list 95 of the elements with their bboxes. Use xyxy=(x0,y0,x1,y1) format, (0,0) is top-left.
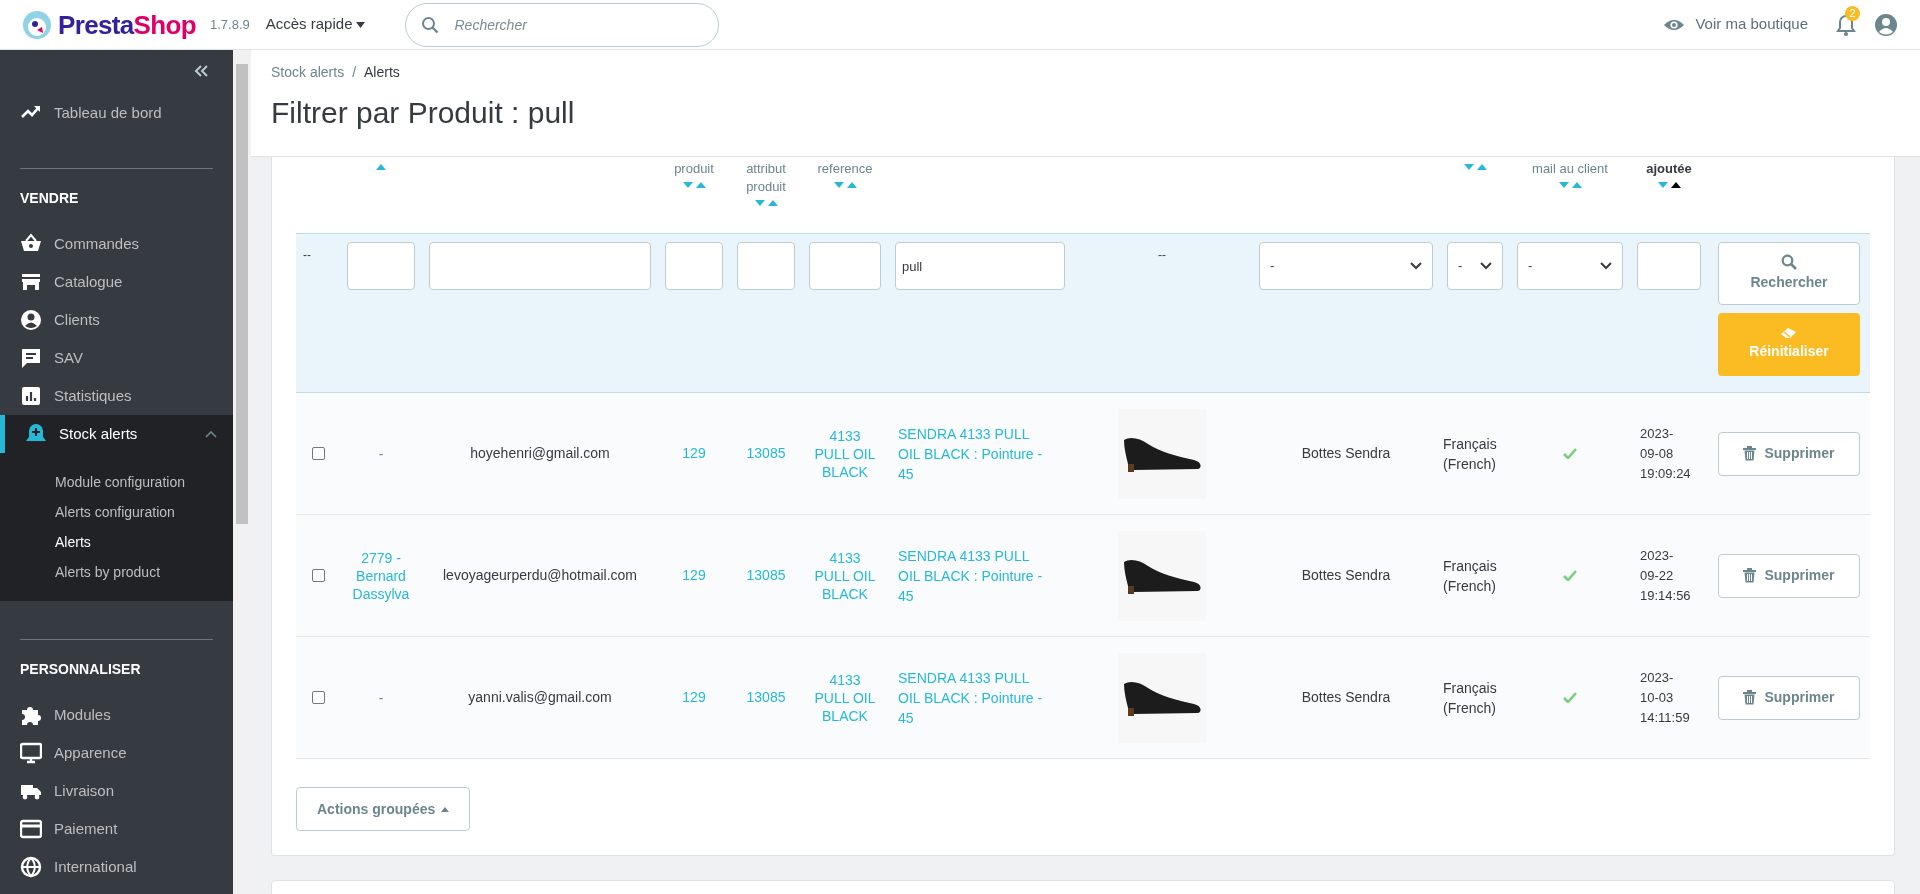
logo-icon xyxy=(22,9,52,40)
sort-desc-icon[interactable] xyxy=(833,182,844,188)
submenu-item[interactable]: Alerts configuration xyxy=(0,497,233,527)
breadcrumb-link[interactable]: Alerts xyxy=(364,62,400,83)
row-checkbox[interactable] xyxy=(311,691,325,704)
section-heading: VENDRE xyxy=(19,189,80,208)
table-cell-text: hoyehenri@gmail.com xyxy=(470,444,610,463)
sidebar-item[interactable]: Catalogue xyxy=(0,263,233,301)
table-cell-text: - xyxy=(377,444,385,463)
user-icon xyxy=(1874,12,1898,37)
chevron-down-icon xyxy=(1600,262,1612,270)
store-icon xyxy=(20,271,42,293)
submenu-item[interactable]: Module configuration xyxy=(0,467,233,497)
filter-input[interactable] xyxy=(347,242,415,290)
sidebar-item[interactable]: Modules xyxy=(0,696,233,734)
table-cell-text: Bottes Sendra xyxy=(1301,688,1391,707)
sidebar-item[interactable]: Statistiques xyxy=(0,377,233,415)
bulk-actions-button[interactable]: Actions groupées xyxy=(296,787,471,831)
puzzle-icon xyxy=(20,704,42,726)
chevron-down-icon xyxy=(1480,262,1492,270)
user-icon xyxy=(20,309,42,331)
filter-input[interactable] xyxy=(429,242,651,290)
filter-input[interactable] xyxy=(809,242,881,290)
breadcrumb-link[interactable]: Stock alerts xyxy=(271,62,345,83)
sidebar-item[interactable]: SAV xyxy=(0,339,233,377)
sort-desc-icon[interactable] xyxy=(754,200,765,206)
sidebar-item[interactable]: Paiement xyxy=(0,810,233,848)
column-header: attribut produit xyxy=(745,160,787,196)
logo-wordmark: PrestaShop xyxy=(58,11,196,38)
column-header: produit xyxy=(674,160,714,178)
table-cell-text: 2023-09-08 19:09:24 xyxy=(1640,424,1691,483)
sidebar-item[interactable]: Apparence xyxy=(0,734,233,772)
search-icon xyxy=(421,15,440,34)
column-header: ajoutée xyxy=(1646,160,1692,178)
trash-icon xyxy=(1743,446,1757,461)
filter-select[interactable]: - xyxy=(1517,242,1623,290)
caret-icon xyxy=(441,806,450,812)
sidebar-item[interactable]: Clients xyxy=(0,301,233,339)
trash-icon xyxy=(1743,690,1757,705)
eye-icon xyxy=(1663,17,1686,32)
sort-asc-icon[interactable] xyxy=(1670,182,1681,188)
sidebar-item[interactable]: International xyxy=(0,848,233,886)
filter-input[interactable] xyxy=(665,242,723,290)
filter-select[interactable]: - xyxy=(1447,242,1503,290)
filter-input[interactable]: pull xyxy=(895,242,1065,290)
submenu-item[interactable]: Alerts by product xyxy=(0,557,233,587)
delete-button[interactable]: Supprimer xyxy=(1718,675,1860,720)
table-cell-text: Bottes Sendra xyxy=(1301,444,1391,463)
table-cell-text: Français (French) xyxy=(1443,434,1498,474)
chat-icon xyxy=(20,347,42,369)
sidebar-item[interactable]: Tableau de bord xyxy=(0,94,233,132)
card-icon xyxy=(20,818,42,840)
filter-input[interactable] xyxy=(1637,242,1701,290)
sort-desc-icon[interactable] xyxy=(1558,182,1569,188)
caret-icon xyxy=(356,21,366,28)
table-cell-text: Bottes Sendra xyxy=(1301,566,1391,585)
table-cell-text: Français (French) xyxy=(1443,678,1498,718)
filter-select[interactable]: - xyxy=(1259,242,1433,290)
search-icon xyxy=(1781,254,1797,270)
delete-button[interactable]: Supprimer xyxy=(1718,553,1860,598)
table-cell-text: yanni.valis@gmail.com xyxy=(468,688,612,707)
view-shop-link[interactable]: Voir ma boutique xyxy=(1663,13,1808,36)
submenu-item[interactable]: Alerts xyxy=(0,527,233,557)
version-label: 1.7.8.9 xyxy=(210,15,250,34)
trash-icon xyxy=(1743,568,1757,583)
sort-desc-icon[interactable] xyxy=(682,182,693,188)
search-field[interactable]: Rechercher xyxy=(405,2,720,47)
section-heading: PERSONNALISER xyxy=(19,660,142,679)
table-cell-text: 2023-09-22 19:14:56 xyxy=(1640,546,1691,605)
filter-placeholder-text: -- xyxy=(1158,247,1166,264)
table-cell-text: - xyxy=(377,688,385,707)
globe-icon xyxy=(20,856,42,878)
sort-desc-icon[interactable] xyxy=(1463,164,1474,170)
sidebar-item[interactable]: Livraison xyxy=(0,772,233,810)
column-header: mail au client xyxy=(1532,160,1608,178)
quick-access-menu[interactable]: Accès rapide xyxy=(265,13,366,36)
table-cell-text: 2023-10-03 14:11:59 xyxy=(1640,668,1691,727)
table-cell-text: levoyageurperdu@hotmail.com xyxy=(443,566,637,585)
row-checkbox[interactable] xyxy=(311,569,325,582)
row-checkbox[interactable] xyxy=(311,447,325,460)
chevron-down-icon xyxy=(1410,262,1422,270)
filter-placeholder-text: -- xyxy=(303,247,311,264)
search-button[interactable]: Rechercher xyxy=(1718,242,1860,305)
collapse-icon[interactable] xyxy=(192,64,209,78)
page-title: Filtrer par Produit : pull xyxy=(271,95,576,131)
eraser-icon xyxy=(1780,327,1798,339)
monitor-icon xyxy=(20,742,42,764)
filter-input[interactable] xyxy=(737,242,795,290)
chart-icon xyxy=(20,385,42,407)
delete-button[interactable]: Supprimer xyxy=(1718,431,1860,476)
sidebar-item[interactable]: Commandes xyxy=(0,225,233,263)
breadcrumb-separator: / xyxy=(352,63,357,82)
column-header: reference xyxy=(817,160,873,178)
table-cell-text: Français (French) xyxy=(1443,556,1498,596)
notification-badge: 2 xyxy=(1845,5,1860,21)
